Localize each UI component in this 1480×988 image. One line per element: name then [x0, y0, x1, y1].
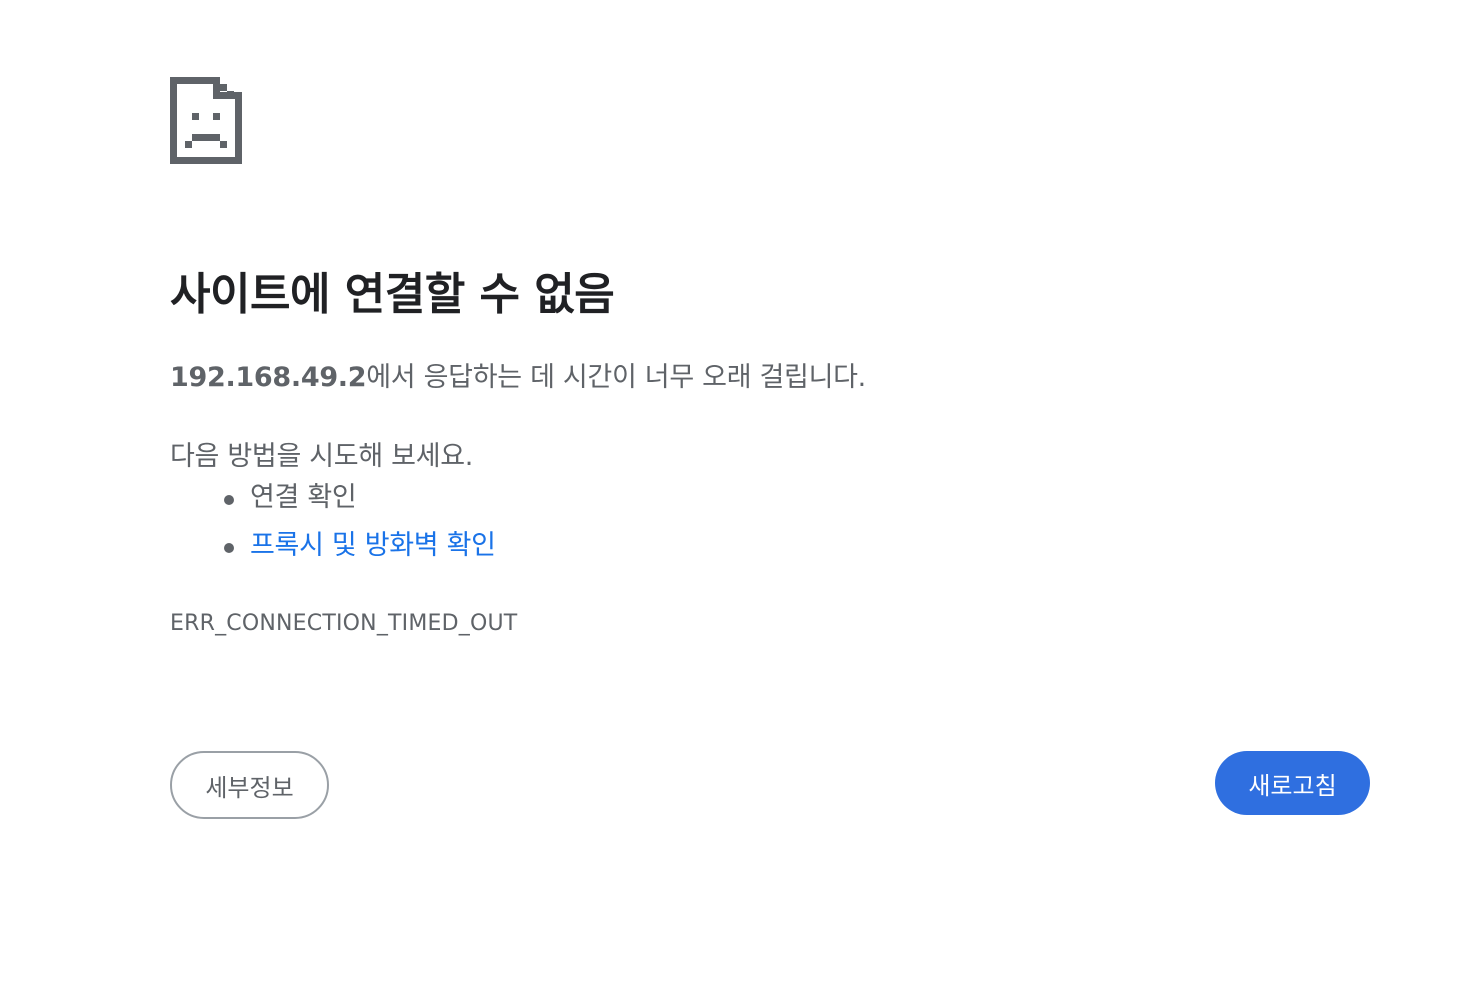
page-title: 사이트에 연결할 수 없음	[170, 269, 615, 320]
bullet-icon	[224, 495, 234, 505]
suggestion-list: 연결 확인 프록시 및 방화벽 확인	[170, 478, 496, 574]
details-button[interactable]: 세부정보	[170, 751, 329, 819]
suggestions-intro: 다음 방법을 시도해 보세요.	[170, 441, 474, 472]
reload-button[interactable]: 새로고침	[1215, 751, 1370, 815]
bullet-icon	[224, 543, 234, 553]
error-summary: 192.168.49.2에서 응답하는 데 시간이 너무 오래 걸립니다.	[170, 355, 866, 394]
sad-page-icon	[170, 77, 242, 164]
error-page: 사이트에 연결할 수 없음 192.168.49.2에서 응답하는 데 시간이 …	[0, 0, 1480, 988]
host-address: 192.168.49.2	[170, 362, 367, 393]
error-summary-text: 에서 응답하는 데 시간이 너무 오래 걸립니다.	[366, 362, 866, 393]
suggestion-label: 연결 확인	[250, 482, 357, 513]
suggestion-check-connection: 연결 확인	[170, 478, 496, 526]
error-code: ERR_CONNECTION_TIMED_OUT	[170, 611, 518, 636]
proxy-firewall-link[interactable]: 프록시 및 방화벽 확인	[250, 530, 496, 561]
suggestion-check-proxy-firewall: 프록시 및 방화벽 확인	[170, 526, 496, 574]
